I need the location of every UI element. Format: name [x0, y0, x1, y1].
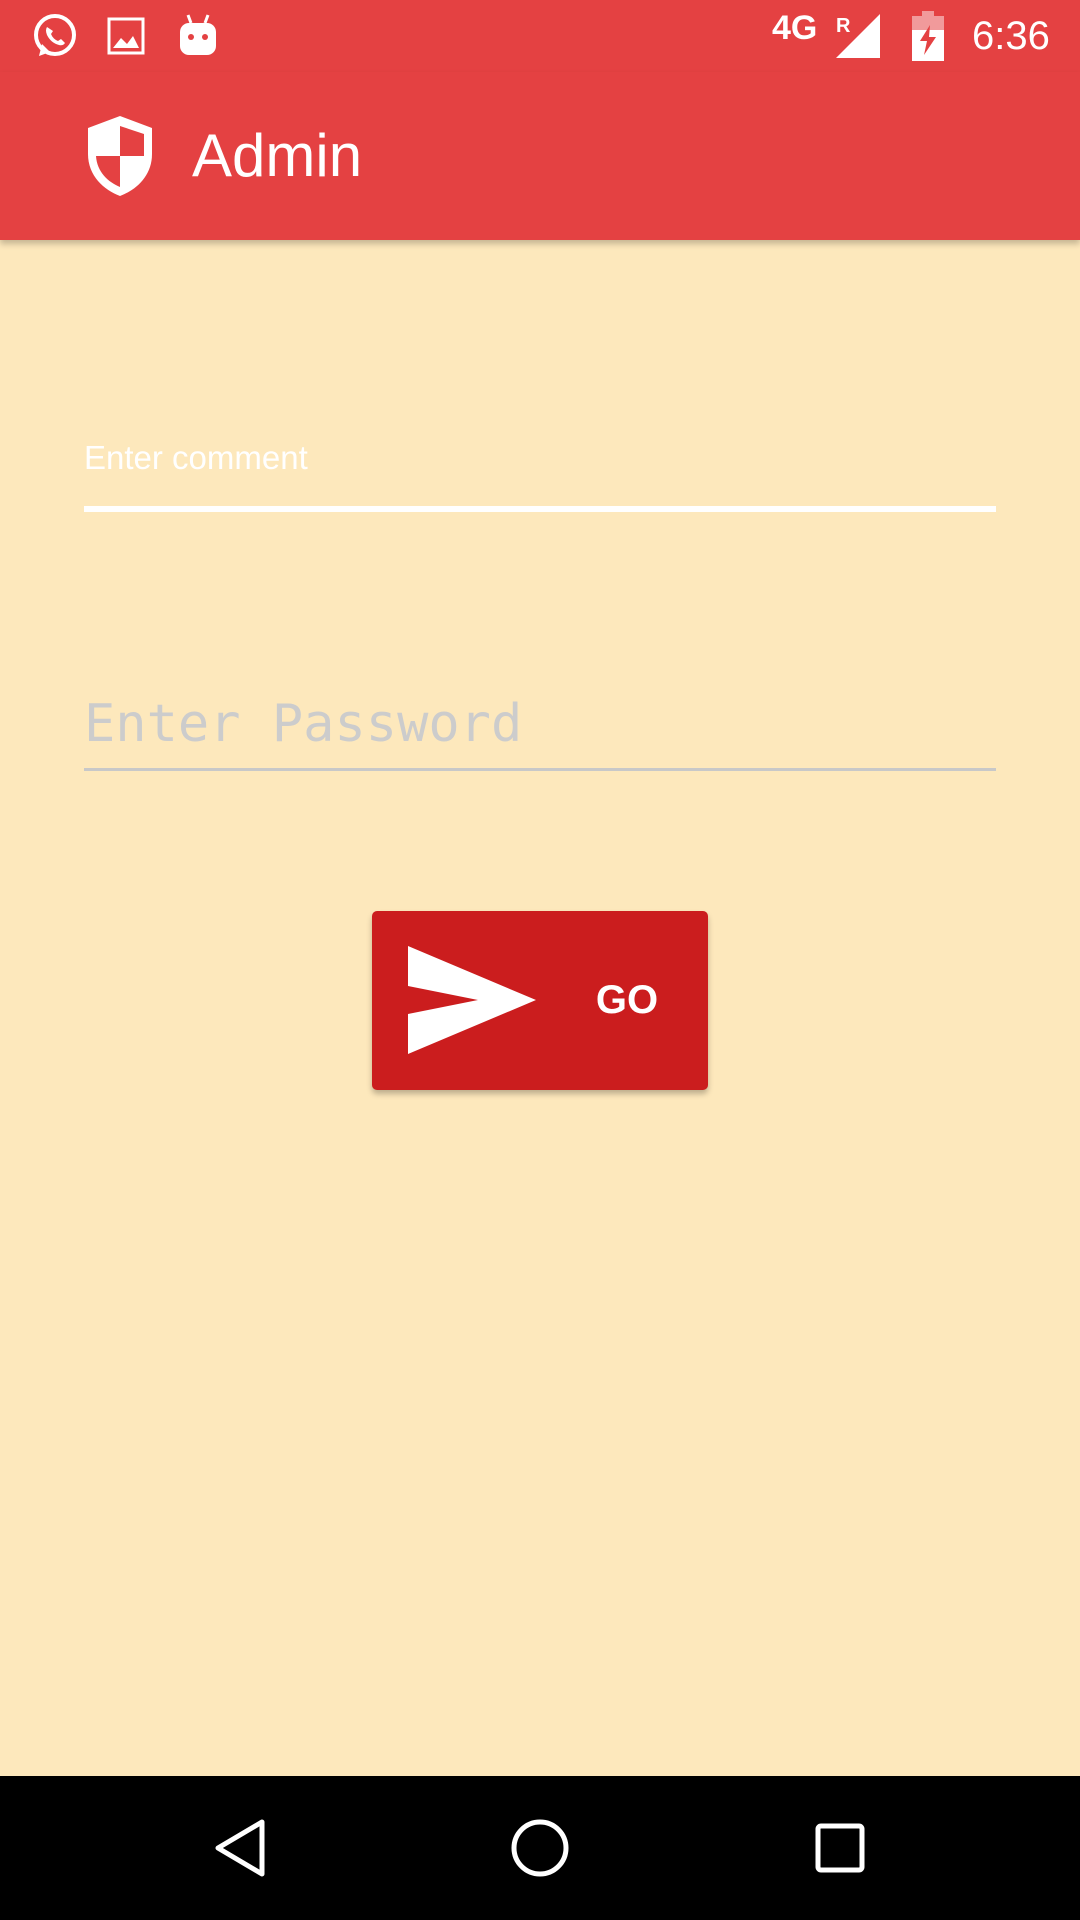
- shield-icon: [84, 114, 156, 198]
- comment-input[interactable]: [84, 410, 996, 512]
- app-title: Admin: [192, 122, 363, 189]
- password-input[interactable]: [84, 680, 996, 771]
- app-bar: Admin: [0, 72, 1080, 240]
- clock: 6:36: [972, 14, 1050, 58]
- go-button[interactable]: GO: [372, 911, 708, 1090]
- recents-icon[interactable]: [804, 1812, 876, 1884]
- back-icon[interactable]: [204, 1812, 276, 1884]
- navigation-bar: [0, 1776, 1080, 1920]
- go-button-label: GO: [595, 978, 659, 1022]
- battery-charging-icon: [912, 0, 944, 72]
- network-type: 4G: [772, 9, 818, 47]
- signal-icon: [836, 0, 880, 72]
- gallery-icon: [106, 0, 146, 72]
- password-field: [84, 680, 996, 772]
- android-icon: [178, 0, 218, 72]
- home-icon[interactable]: [504, 1812, 576, 1884]
- send-icon: [408, 946, 536, 1054]
- whatsapp-icon: [30, 0, 78, 72]
- status-bar: 4G R 6:36: [0, 0, 1080, 72]
- main-content: GO: [0, 240, 1080, 1776]
- comment-field: [84, 410, 996, 530]
